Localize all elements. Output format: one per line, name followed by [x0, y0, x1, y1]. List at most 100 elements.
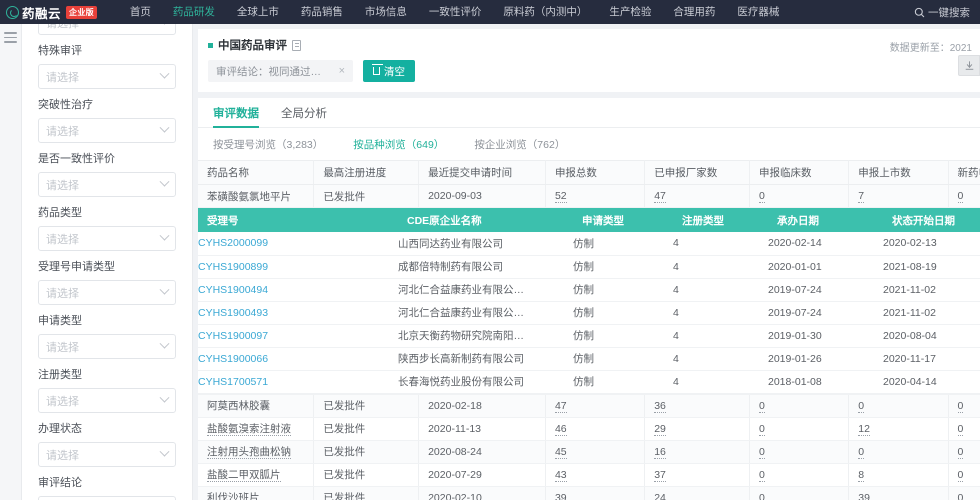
filter-select-0[interactable]: 请选择: [38, 24, 176, 35]
document-icon[interactable]: [292, 39, 301, 51]
close-icon[interactable]: ×: [339, 65, 345, 77]
logo[interactable]: 药融云 企业版: [6, 3, 107, 22]
table-cell-link[interactable]: 0: [758, 399, 765, 413]
sub-tab-1[interactable]: 按品种浏览（649）: [353, 137, 444, 152]
acceptance-number-link[interactable]: CYHS1900899: [198, 261, 268, 273]
table-cell-link[interactable]: 36: [654, 399, 666, 413]
table-cell-link[interactable]: 39: [554, 491, 567, 500]
table-cell-link[interactable]: 39: [858, 491, 870, 500]
detail-cell: 仿制: [573, 370, 673, 394]
filter-select-1[interactable]: 请选择: [38, 64, 176, 89]
table-row[interactable]: 阿莫西林胶囊已发批件2020-02-18473600000: [198, 394, 980, 418]
table-row[interactable]: 盐酸氨溴索注射液已发批件2020-11-1346290120120: [198, 417, 980, 441]
nav-link-0[interactable]: 首页: [119, 0, 162, 24]
nav-link-1[interactable]: 药品研发: [162, 0, 226, 24]
table-row[interactable]: 利伐沙班片已发批件2020-02-1039240390390: [198, 486, 980, 500]
acceptance-number-link[interactable]: CYHS1900494: [198, 284, 268, 296]
detail-row[interactable]: CYHS1900493 河北仁合益康药业有限公… 仿制 4 2019-07-24 2021…: [198, 301, 980, 325]
detail-row[interactable]: CYHS1700571 长春海悦药业股份有限公司 仿制 4 2018-01-08 2020…: [198, 370, 980, 394]
table-cell-link[interactable]: 16: [654, 445, 666, 459]
table-cell-link[interactable]: 注射用头孢曲松钠: [207, 446, 291, 459]
table-cell-link[interactable]: 45: [554, 445, 567, 459]
detail-row[interactable]: CYHS1900494 河北仁合益康药业有限公… 仿制 4 2019-07-24 2021…: [198, 278, 980, 302]
filter-select-9[interactable]: 视同通过…×+ 1: [38, 496, 176, 500]
nav-link-4[interactable]: 市场信息: [354, 0, 418, 24]
nav-link-6[interactable]: 原料药（内测中）: [492, 0, 598, 24]
nav-link-9[interactable]: 医疗器械: [726, 0, 790, 24]
table-cell-link[interactable]: 0: [758, 445, 765, 459]
clear-filters-button[interactable]: 清空: [363, 60, 415, 82]
acceptance-number-link[interactable]: CYHS1700571: [198, 376, 268, 388]
detail-header-row: 受理号CDE原企业名称申请类型注册类型承办日期状态开始日期办理状态: [198, 208, 980, 232]
table-cell-link[interactable]: 0: [858, 399, 865, 413]
filter-select-2[interactable]: 请选择: [38, 118, 176, 143]
table-cell-link[interactable]: 43: [554, 468, 567, 482]
table-cell-link[interactable]: 24: [654, 491, 666, 500]
table-cell-link[interactable]: 47: [654, 190, 666, 203]
filter-select-placeholder-1: 请选择: [46, 71, 79, 84]
table-cell-link[interactable]: 0: [758, 491, 765, 500]
table-cell-link[interactable]: 37: [654, 468, 666, 482]
table-cell-link[interactable]: 0: [957, 399, 964, 413]
sub-tab-0[interactable]: 按受理号浏览（3,283）: [213, 137, 323, 152]
table-cell-link[interactable]: 46: [554, 422, 567, 436]
table-cell-link[interactable]: 盐酸氨溴索注射液: [207, 423, 291, 436]
table-cell-link[interactable]: 29: [654, 422, 666, 436]
global-search-button[interactable]: 一键搜索: [914, 5, 970, 20]
acceptance-number-link[interactable]: CYHS1900066: [198, 353, 268, 365]
filter-select-3[interactable]: 请选择: [38, 172, 176, 197]
filter-field-label-7: 注册类型: [38, 369, 82, 381]
nav-link-5[interactable]: 一致性评价: [418, 0, 493, 24]
filter-select-4[interactable]: 请选择: [38, 226, 176, 251]
filter-select-7[interactable]: 请选择: [38, 388, 176, 413]
tab-0[interactable]: 审评数据: [213, 105, 259, 128]
table-cell-link[interactable]: 0: [758, 190, 765, 203]
detail-row[interactable]: CYHS1900066 陕西步长高新制药有限公司 仿制 4 2019-01-26 2020…: [198, 347, 980, 371]
filter-select-6[interactable]: 请选择: [38, 334, 176, 359]
hamburger-icon[interactable]: [4, 32, 17, 500]
table-row[interactable]: 注射用头孢曲松钠已发批件2020-08-24451600000: [198, 440, 980, 464]
table-cell-link[interactable]: 8: [858, 468, 865, 482]
table-cell-link[interactable]: 利伐沙班片: [207, 492, 260, 500]
table-cell: 45: [545, 440, 646, 464]
acceptance-number-link[interactable]: CYHS1900097: [198, 330, 268, 342]
table-cell-link[interactable]: 0: [957, 491, 964, 500]
table-cell: 0: [749, 394, 850, 418]
table-row[interactable]: 苯磺酸氨氯地平片已发批件2020-09-03524707070: [198, 184, 980, 208]
table-cell-link[interactable]: 0: [957, 422, 964, 436]
nav-link-2[interactable]: 全球上市: [226, 0, 290, 24]
export-button[interactable]: [958, 55, 980, 76]
table-cell-link[interactable]: 12: [858, 422, 870, 436]
table-cell-link[interactable]: 47: [554, 399, 567, 413]
table-row[interactable]: 盐酸二甲双胍片已发批件2020-07-29433708080: [198, 463, 980, 487]
table-cell-link[interactable]: 0: [957, 468, 964, 482]
detail-row[interactable]: CYHS1900097 北京天衡药物研究院南阳… 仿制 4 2019-01-30 2020…: [198, 324, 980, 348]
filter-select-5[interactable]: 请选择: [38, 280, 176, 305]
table-cell-link[interactable]: 0: [858, 445, 865, 459]
tab-1[interactable]: 全局分析: [281, 105, 327, 127]
active-filter-tag[interactable]: 审评结论：视同通过一致性… ×: [208, 60, 353, 82]
table-cell-link[interactable]: 7: [858, 190, 865, 203]
table-cell-link[interactable]: 0: [957, 445, 964, 459]
filter-select-8[interactable]: 请选择: [38, 442, 176, 467]
table-cell-link[interactable]: 0: [758, 422, 765, 436]
nav-link-3[interactable]: 药品销售: [290, 0, 354, 24]
detail-row[interactable]: CYHS2000099 山西同达药业有限公司 仿制 4 2020-02-14 2020-0…: [198, 232, 980, 256]
detail-row[interactable]: CYHS1900899 成都倍特制药有限公司 仿制 4 2020-01-01 2021-0…: [198, 255, 980, 279]
filter-field-3: 是否一致性评价 请选择: [38, 152, 176, 197]
table-cell-link[interactable]: 52: [554, 190, 567, 203]
sub-tab-2[interactable]: 按企业浏览（762）: [474, 137, 565, 152]
table-cell-link[interactable]: 0: [957, 190, 964, 203]
table-scroll-area[interactable]: 药品名称 最高注册进度 最近提交申请时间 申报总数 已申报厂家数 申报临床数 申报上市数 新药…: [198, 160, 980, 500]
table-cell-link[interactable]: 盐酸二甲双胍片: [207, 469, 281, 482]
chevron-down-icon: [159, 176, 170, 187]
detail-cell: 2020-04-14: [883, 370, 980, 394]
search-icon: [914, 7, 925, 17]
nav-link-7[interactable]: 生产检验: [598, 0, 662, 24]
acceptance-number-link[interactable]: CYHS1900493: [198, 307, 268, 319]
acceptance-number-link[interactable]: CYHS2000099: [198, 237, 268, 249]
clear-filters-label: 清空: [384, 65, 405, 78]
table-cell-link[interactable]: 0: [758, 468, 765, 482]
top-navigation-bar: 药融云 企业版 首页 药品研发 全球上市 药品销售 市场信息 一致性评价 原料药（内测中）生…: [0, 0, 980, 24]
nav-link-8[interactable]: 合理用药: [662, 0, 726, 24]
